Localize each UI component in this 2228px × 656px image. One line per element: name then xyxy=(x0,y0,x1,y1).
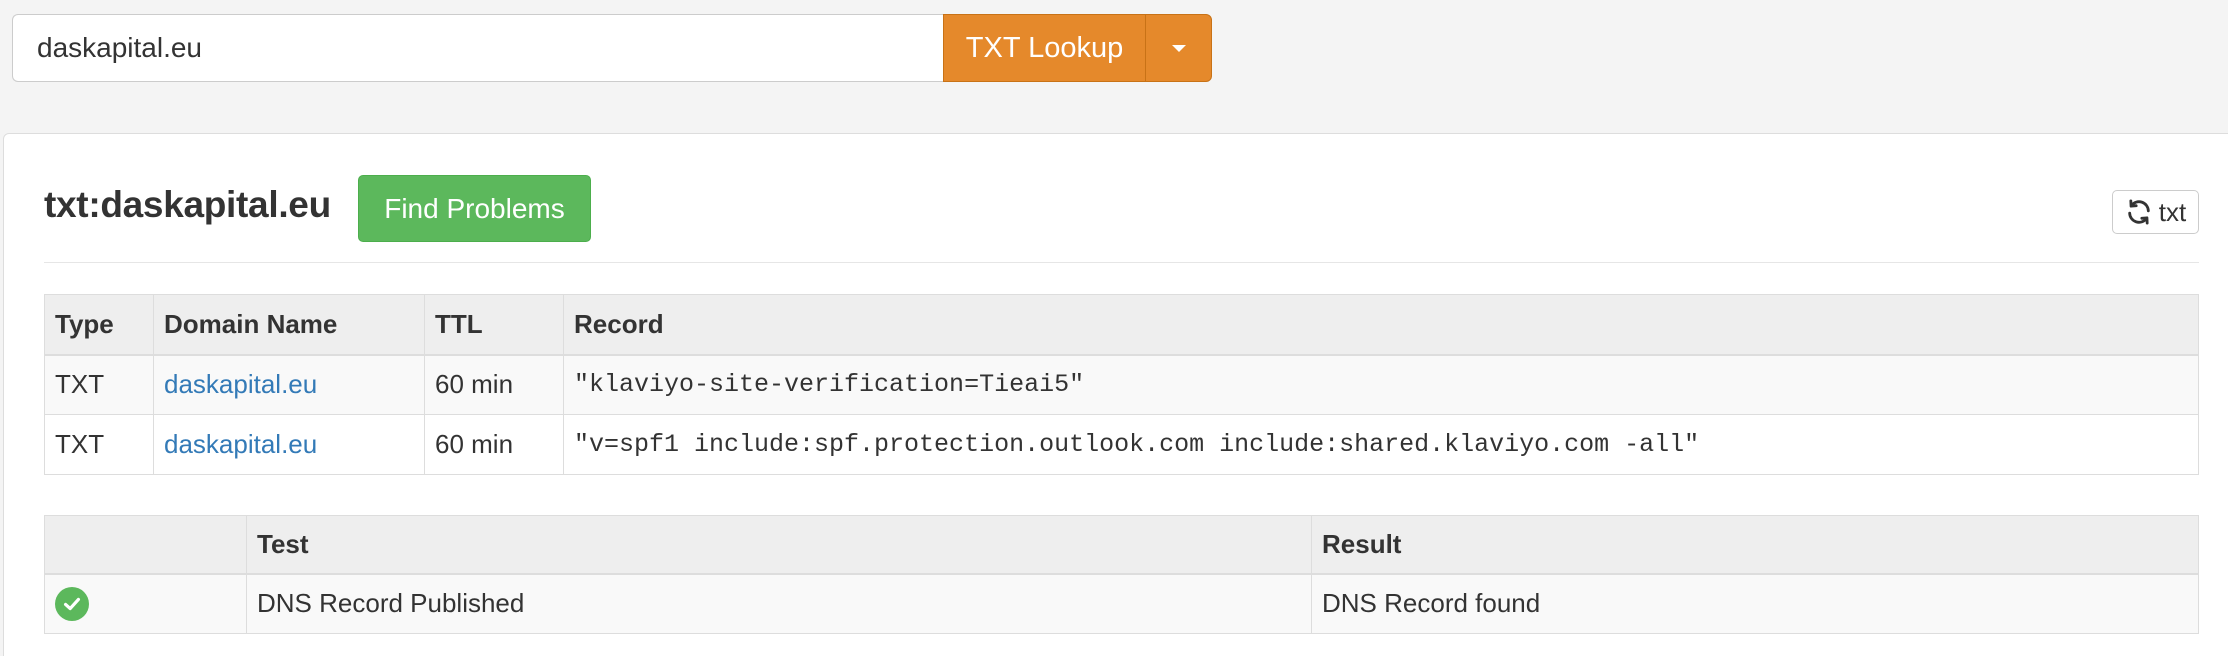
tests-table: Test Result DNS Record Published DNS Rec… xyxy=(44,515,2199,634)
record-ttl: 60 min xyxy=(424,414,564,475)
record-type: TXT xyxy=(44,354,154,415)
records-table: Type Domain Name TTL Record TXT daskapit… xyxy=(44,294,2199,475)
table-header-row: Test Result xyxy=(44,515,2199,575)
table-row: DNS Record Published DNS Record found xyxy=(44,573,2199,634)
domain-search-input[interactable] xyxy=(12,14,944,82)
table-header-row: Type Domain Name TTL Record xyxy=(44,294,2199,356)
table-row: TXT daskapital.eu 60 min "v=spf1 include… xyxy=(44,414,2199,475)
page-title: txt:daskapital.eu xyxy=(44,184,331,225)
test-result: DNS Record found xyxy=(1311,573,2199,634)
test-name: DNS Record Published xyxy=(246,573,1312,634)
column-header-domain-name: Domain Name xyxy=(153,294,425,356)
domain-link[interactable]: daskapital.eu xyxy=(164,429,317,459)
refresh-label: txt xyxy=(2158,196,2187,227)
domain-link[interactable]: daskapital.eu xyxy=(164,369,317,399)
refresh-button[interactable]: txt xyxy=(2112,190,2199,234)
record-domain-cell: daskapital.eu xyxy=(153,414,425,475)
search-bar: TXT Lookup xyxy=(0,0,2228,102)
record-value: "v=spf1 include:spf.protection.outlook.c… xyxy=(563,414,2199,475)
column-header-type: Type xyxy=(44,294,154,356)
find-problems-button[interactable]: Find Problems xyxy=(358,175,591,242)
record-type: TXT xyxy=(44,414,154,475)
refresh-icon xyxy=(2128,199,2150,225)
column-header-status xyxy=(44,515,247,575)
column-header-result: Result xyxy=(1311,515,2199,575)
check-circle-icon xyxy=(55,586,89,621)
record-value: "klaviyo-site-verification=Tieai5" xyxy=(563,354,2199,415)
record-domain-cell: daskapital.eu xyxy=(153,354,425,415)
test-status-cell xyxy=(44,573,247,634)
column-header-ttl: TTL xyxy=(424,294,564,356)
column-header-test: Test xyxy=(246,515,1312,575)
column-header-record: Record xyxy=(563,294,2199,356)
caret-down-icon xyxy=(1171,44,1186,52)
record-ttl: 60 min xyxy=(424,354,564,415)
txt-lookup-button[interactable]: TXT Lookup xyxy=(943,14,1146,82)
divider xyxy=(44,262,2199,263)
lookup-type-dropdown-button[interactable] xyxy=(1145,14,1212,82)
table-row: TXT daskapital.eu 60 min "klaviyo-site-v… xyxy=(44,354,2199,415)
